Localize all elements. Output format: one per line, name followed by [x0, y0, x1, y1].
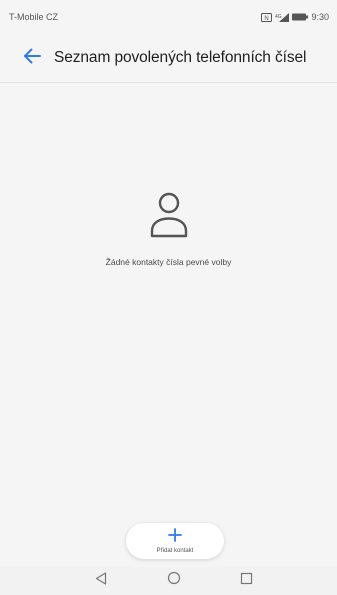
- back-button[interactable]: [14, 40, 50, 76]
- signal-icon: 4G: [275, 12, 290, 22]
- person-icon: [149, 190, 189, 243]
- clock: 9:30: [311, 12, 329, 22]
- nav-back-button[interactable]: [92, 571, 110, 590]
- system-nav-bar: [0, 566, 337, 595]
- carrier-label: T-Mobile CZ: [9, 12, 59, 22]
- nav-recents-button[interactable]: [237, 572, 255, 590]
- nfc-icon: N: [261, 12, 273, 22]
- empty-message: Žádné kontakty čísla pevné volby: [105, 257, 232, 267]
- page-title: Seznam povolených telefonních čísel: [54, 49, 307, 66]
- divider: [0, 82, 337, 83]
- add-contact-button[interactable]: Přidat kontakt: [126, 523, 224, 559]
- back-triangle-icon: [95, 571, 107, 590]
- recents-square-icon: [240, 572, 253, 590]
- add-contact-label: Přidat kontakt: [156, 548, 194, 554]
- plus-icon: [168, 528, 182, 547]
- app-bar: Seznam povolených telefonních čísel: [0, 40, 337, 76]
- status-bar: T-Mobile CZ N 4G 9:30: [0, 0, 337, 34]
- screen: T-Mobile CZ N 4G 9:30 Seznam povolených …: [0, 0, 337, 595]
- back-arrow-icon: [23, 48, 41, 69]
- svg-text:N: N: [265, 16, 269, 22]
- status-icons: N 4G 9:30: [261, 12, 329, 22]
- battery-icon: [292, 13, 309, 21]
- nav-home-button[interactable]: [165, 571, 183, 590]
- home-circle-icon: [167, 571, 181, 590]
- empty-state: Žádné kontakty čísla pevné volby: [0, 190, 337, 267]
- svg-text:4G: 4G: [275, 14, 282, 20]
